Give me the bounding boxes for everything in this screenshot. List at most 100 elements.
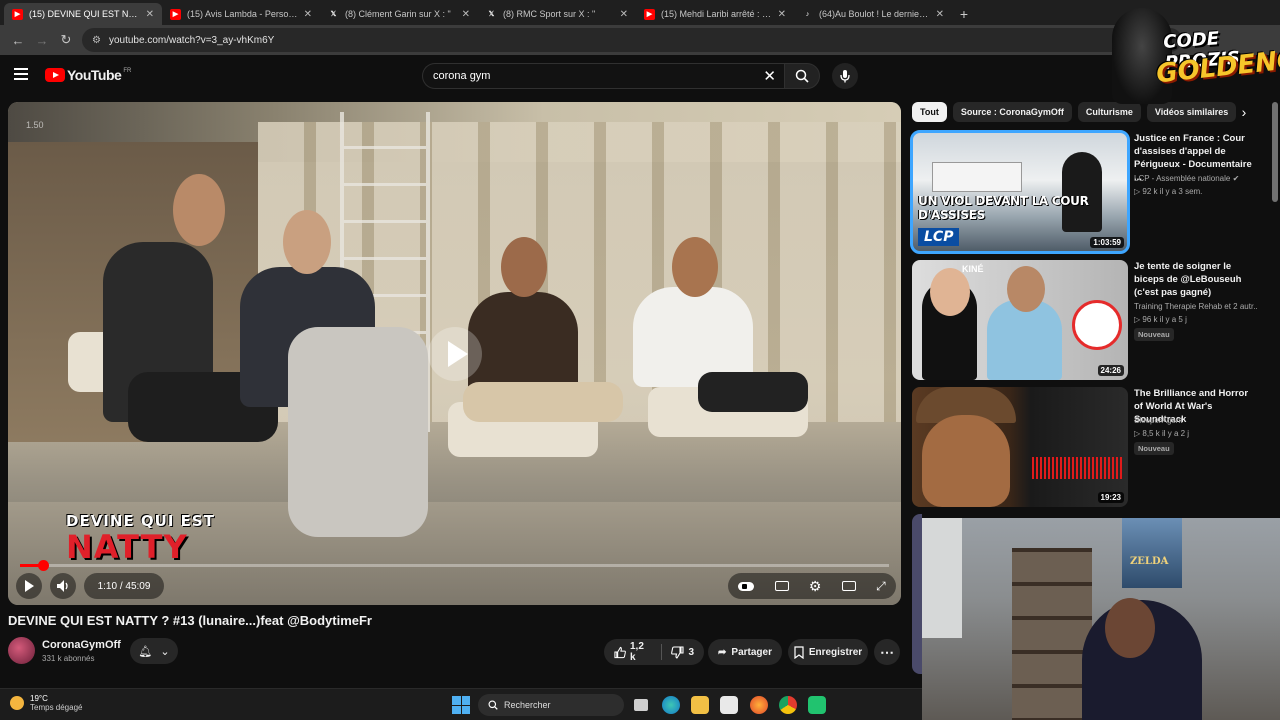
taskbar-search-placeholder: Rechercher xyxy=(504,700,551,710)
close-icon[interactable]: ✕ xyxy=(146,9,154,20)
task-view-icon[interactable] xyxy=(634,699,648,711)
tab-title: (64)Au Boulot ! Le dernier film xyxy=(819,9,930,19)
recommendation-thumbnail[interactable]: UN VIOL DEVANT LA COUR D'ASSISES LCP 1:0… xyxy=(910,130,1130,254)
clear-search-icon[interactable]: ✕ xyxy=(763,67,776,85)
edge-icon[interactable] xyxy=(662,696,680,714)
overlay-line-2: NATTY xyxy=(66,528,188,566)
channel-name[interactable]: CoronaGymOff xyxy=(42,639,121,651)
miniplayer-icon[interactable] xyxy=(841,581,856,591)
recommendation-channel[interactable]: SleeperAgent xyxy=(1134,416,1258,425)
recommendation-title[interactable]: Je tente de soigner le biceps de @LeBous… xyxy=(1134,260,1258,299)
video-title: DEVINE QUI EST NATTY ? #13 (lunaire...)f… xyxy=(8,613,372,628)
search-button[interactable] xyxy=(784,63,820,89)
menu-icon[interactable] xyxy=(14,68,28,80)
back-arrow-icon[interactable]: ← xyxy=(6,28,30,52)
person-1-head xyxy=(173,174,225,246)
recommendation-thumbnail[interactable]: 19:23 xyxy=(912,387,1128,507)
youtube-icon: ▶ xyxy=(170,8,181,20)
search-query: corona gym xyxy=(433,70,491,82)
webcam-overlay: ZELDA xyxy=(922,518,1280,720)
fullscreen-icon[interactable]: ⤢ xyxy=(876,579,886,594)
site-settings-icon[interactable]: ⚙ xyxy=(92,35,101,46)
person-3-head xyxy=(501,237,547,297)
address-bar[interactable]: ⚙ youtube.com/watch?v=3_ay-vhKm6Y xyxy=(82,28,1182,52)
channel-label: LCP - Assemblée nationale xyxy=(1134,174,1231,183)
tiktok-icon: ♪ xyxy=(805,10,810,18)
share-label: Partager xyxy=(731,646,772,658)
playback-speed-label: 1.50 xyxy=(26,120,44,130)
person-2-legs xyxy=(288,327,428,537)
dislike-button[interactable]: 3 xyxy=(661,639,704,665)
subtitles-icon[interactable] xyxy=(774,581,789,591)
windows-taskbar: 19°C Temps dégagé Rechercher xyxy=(0,688,922,720)
chip-all[interactable]: Tout xyxy=(912,102,947,122)
webcam-shelf xyxy=(1012,548,1092,720)
close-icon[interactable]: ✕ xyxy=(620,9,628,20)
firefox-icon[interactable] xyxy=(750,696,768,714)
more-actions-button[interactable]: ⋯ xyxy=(874,639,900,665)
youtube-logo[interactable]: YouTube FR xyxy=(45,67,131,83)
video-overlay-title: DEVINE QUI EST NATTY xyxy=(66,512,215,564)
youtube-play-icon xyxy=(45,68,65,82)
forward-arrow-icon[interactable]: → xyxy=(30,28,54,52)
settings-icon[interactable]: ⚙ xyxy=(809,578,822,595)
browser-tab-2[interactable]: ▶ (15) Avis Lambda - Persona 5 R ✕ xyxy=(162,3,320,25)
reload-icon[interactable]: ↻ xyxy=(54,28,78,52)
store-icon[interactable] xyxy=(720,696,738,714)
notification-bell-button[interactable]: 🔔︎ ⌄ xyxy=(130,638,178,664)
recommendation-item[interactable]: UN VIOL DEVANT LA COUR D'ASSISES LCP 1:0… xyxy=(910,130,1262,254)
filter-chips: Tout Source : CoronaGymOff Culturisme Vi… xyxy=(912,102,1237,122)
youtube-icon: ▶ xyxy=(12,8,23,20)
recommendation-thumbnail[interactable]: KINÉ 24:26 xyxy=(912,260,1128,380)
recommendation-channel[interactable]: Training Therapie Rehab et 2 autr... xyxy=(1134,302,1258,311)
chip-similar[interactable]: Vidéos similaires xyxy=(1146,102,1237,122)
new-badge: Nouveau xyxy=(1134,442,1174,455)
windows-start-icon[interactable] xyxy=(452,696,470,714)
close-icon[interactable]: ✕ xyxy=(462,9,470,20)
time-display: 1:10 / 45:09 xyxy=(84,573,164,599)
volume-button[interactable] xyxy=(50,573,76,599)
close-icon[interactable]: ✕ xyxy=(778,9,786,20)
taskbar-search[interactable]: Rechercher xyxy=(478,694,624,716)
screen: ▶ (15) DEVINE QUI EST NATTY ? # ✕ ▶ (15)… xyxy=(0,0,1280,720)
close-icon[interactable]: ✕ xyxy=(304,9,312,20)
browser-tab-1[interactable]: ▶ (15) DEVINE QUI EST NATTY ? # ✕ xyxy=(4,3,162,25)
browser-tab-5[interactable]: ▶ (15) Mehdi Laribi arrêté : "La D ✕ xyxy=(636,3,794,25)
chrome-icon[interactable] xyxy=(779,696,797,714)
recommendation-item[interactable]: KINÉ 24:26 Je tente de soigner le biceps… xyxy=(912,260,1262,380)
voice-search-button[interactable] xyxy=(832,63,858,89)
play-button[interactable] xyxy=(16,573,42,599)
chip-source[interactable]: Source : CoronaGymOff xyxy=(952,102,1072,122)
recommendation-channel[interactable]: LCP - Assemblée nationale ✔ xyxy=(1134,174,1258,183)
chip-bodybuilding[interactable]: Culturisme xyxy=(1077,102,1141,122)
channel-logo: LCP xyxy=(918,228,960,246)
progress-bar[interactable] xyxy=(20,560,889,571)
logo-figure xyxy=(1112,8,1172,104)
browser-tab-6[interactable]: ♪ (64)Au Boulot ! Le dernier film ✕ xyxy=(794,3,952,25)
recommendation-meta: ▷ 92 k il y a 3 sem. xyxy=(1134,187,1203,196)
thumbnail-waveform xyxy=(1032,457,1122,479)
share-button[interactable]: ➦ Partager xyxy=(708,639,782,665)
recommendation-item[interactable]: 19:23 The Brilliance and Horror of World… xyxy=(912,387,1262,507)
app-icon[interactable] xyxy=(808,696,826,714)
save-button[interactable]: Enregistrer xyxy=(788,639,868,665)
channel-avatar[interactable] xyxy=(8,637,35,664)
close-icon[interactable]: ✕ xyxy=(936,9,944,20)
browser-tab-4[interactable]: 𝕏 (8) RMC Sport sur X : " ✕ xyxy=(478,3,636,25)
autoplay-toggle-icon[interactable] xyxy=(738,581,755,591)
center-play-button[interactable] xyxy=(428,327,482,381)
person-2-head xyxy=(283,210,331,274)
new-tab-button[interactable]: + xyxy=(952,3,976,25)
more-icon: ⋯ xyxy=(880,643,894,660)
chevron-right-icon[interactable]: › xyxy=(1234,102,1254,122)
like-button[interactable]: 1,2 k xyxy=(604,639,661,665)
weather-widget[interactable]: 19°C Temps dégagé xyxy=(10,694,82,712)
file-explorer-icon[interactable] xyxy=(691,696,709,714)
search-input[interactable]: corona gym ✕ xyxy=(422,63,784,89)
recommendation-item[interactable] xyxy=(912,514,922,674)
browser-tabstrip: ▶ (15) DEVINE QUI EST NATTY ? # ✕ ▶ (15)… xyxy=(0,0,1280,25)
browser-tab-3[interactable]: 𝕏 (8) Clément Garin sur X : " ✕ xyxy=(320,3,478,25)
thumbnail-caption: UN VIOL DEVANT LA COUR D'ASSISES xyxy=(918,194,1089,222)
scrollbar[interactable] xyxy=(1272,102,1278,202)
video-player[interactable]: 1.50 DEVINE QUI EST NATTY 1:10 / 45:09 ⚙ xyxy=(8,102,901,605)
